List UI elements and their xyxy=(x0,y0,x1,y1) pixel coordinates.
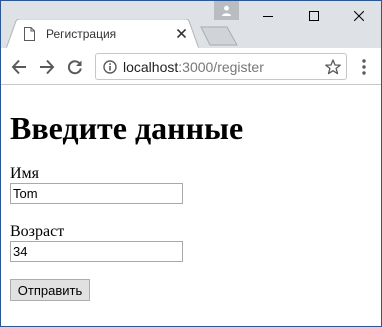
url-path: :3000/register xyxy=(178,59,264,75)
close-window-button[interactable] xyxy=(336,1,382,31)
close-icon xyxy=(354,11,364,21)
back-arrow-icon xyxy=(11,59,26,75)
profile-button[interactable] xyxy=(214,1,239,20)
forward-arrow-icon xyxy=(40,59,55,75)
page-heading: Введите данные xyxy=(10,110,244,146)
age-input[interactable] xyxy=(10,241,183,262)
name-input[interactable] xyxy=(10,183,183,204)
maximize-button[interactable] xyxy=(291,1,337,31)
page-content: Введите данные Имя Возраст Отправить xyxy=(10,86,380,326)
info-icon[interactable] xyxy=(103,60,117,74)
submit-button[interactable]: Отправить xyxy=(10,279,90,301)
menu-button[interactable] xyxy=(353,56,375,78)
maximize-icon xyxy=(309,11,319,21)
back-button[interactable] xyxy=(8,56,30,78)
three-dots-menu-icon xyxy=(362,59,366,75)
title-bar: Регистрация xyxy=(1,1,382,49)
address-bar[interactable]: localhost:3000/register xyxy=(95,53,347,80)
new-tab-button[interactable] xyxy=(200,26,238,46)
tab-close-icon[interactable] xyxy=(177,29,186,38)
name-label: Имя xyxy=(10,165,40,182)
forward-button[interactable] xyxy=(36,56,58,78)
page-icon xyxy=(24,27,35,41)
browser-window: Регистрация localhost:3000/register Введ… xyxy=(0,0,382,327)
tab-title: Регистрация xyxy=(46,27,117,41)
age-label: Возраст xyxy=(10,223,65,240)
url-text[interactable]: localhost:3000/register xyxy=(123,59,264,75)
tab-active[interactable]: Регистрация xyxy=(6,19,199,49)
minimize-button[interactable] xyxy=(245,1,291,31)
reload-icon xyxy=(67,60,82,75)
url-host: localhost xyxy=(123,59,179,75)
minimize-icon xyxy=(263,16,273,17)
user-icon xyxy=(222,5,231,16)
bookmark-star-icon[interactable] xyxy=(325,59,341,75)
reload-button[interactable] xyxy=(64,56,86,78)
